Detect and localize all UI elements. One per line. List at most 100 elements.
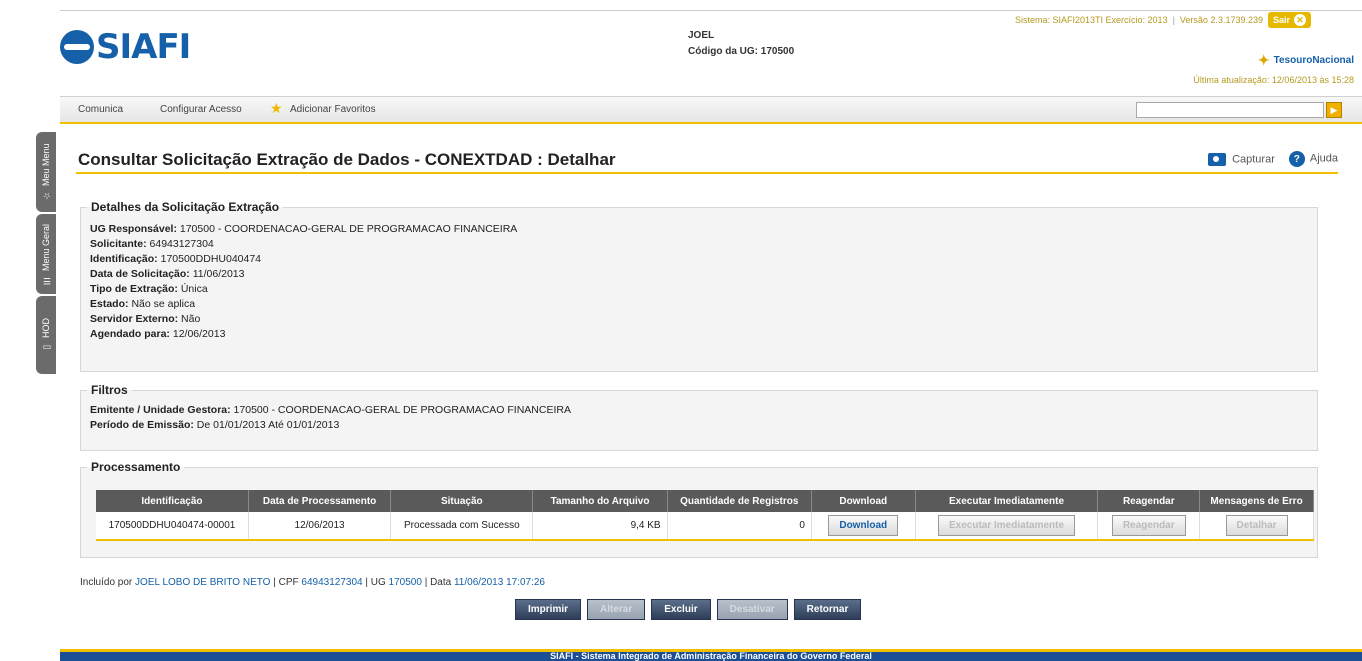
detail-label: Agendado para: bbox=[90, 328, 170, 340]
side-menu: ☆ Meu Menu ☰ Menu Geral ▭ HOD bbox=[0, 0, 60, 661]
cell-situacao: Processada com Sucesso bbox=[390, 512, 534, 541]
processing-legend: Processamento bbox=[91, 460, 181, 474]
detail-label: Solicitante: bbox=[90, 238, 147, 250]
last-update: Última atualização: 12/06/2013 às 15:28 bbox=[1193, 75, 1354, 85]
detail-value: 170500DDHU040474 bbox=[160, 253, 262, 265]
detail-value: 64943127304 bbox=[149, 238, 214, 250]
detail-value: 12/06/2013 bbox=[172, 328, 226, 340]
cell-reagendar: Reagendar bbox=[1097, 512, 1201, 541]
deactivate-button[interactable]: Desativar bbox=[716, 599, 788, 620]
page-actions: Capturar ? Ajuda bbox=[1208, 151, 1338, 167]
col-mensagens-erro: Mensagens de Erro bbox=[1199, 490, 1314, 512]
detail-row: Estado: Não se aplica bbox=[90, 297, 1317, 312]
separator: | bbox=[1172, 15, 1175, 25]
ug-label-footer: | UG bbox=[365, 577, 386, 588]
menu-comunica[interactable]: Comunica bbox=[78, 104, 123, 115]
cell-data: 12/06/2013 bbox=[248, 512, 392, 541]
delete-button[interactable]: Excluir bbox=[651, 599, 711, 620]
details-list: UG Responsável: 170500 - COORDENACAO-GER… bbox=[81, 214, 1317, 342]
cell-executar: Executar Imediatamente bbox=[915, 512, 1099, 541]
table-row: 170500DDHU040474-00001 12/06/2013 Proces… bbox=[96, 512, 1314, 541]
processing-table: Identificação Data de Processamento Situ… bbox=[96, 490, 1314, 541]
download-button[interactable]: Download bbox=[828, 515, 899, 536]
tab-menu-geral-label: Menu Geral bbox=[41, 223, 51, 271]
details-panel: Detalhes da Solicitação Extração UG Resp… bbox=[80, 200, 1318, 372]
tab-menu-geral[interactable]: ☰ Menu Geral bbox=[36, 214, 56, 294]
detail-row: Agendado para: 12/06/2013 bbox=[90, 327, 1317, 342]
detail-label: Data de Solicitação: bbox=[90, 268, 190, 280]
error-details-button[interactable]: Detalhar bbox=[1225, 515, 1288, 536]
detail-label: Identificação: bbox=[90, 253, 158, 265]
ug-info: Código da UG: 170500 bbox=[688, 46, 794, 57]
reschedule-button[interactable]: Reagendar bbox=[1111, 515, 1186, 536]
exit-label: Sair bbox=[1273, 15, 1291, 25]
help-link[interactable]: ? Ajuda bbox=[1288, 151, 1338, 167]
details-legend: Detalhes da Solicitação Extração bbox=[91, 200, 280, 214]
user-info: JOEL Código da UG: 170500 bbox=[688, 30, 794, 57]
ug-label: Código da UG: bbox=[688, 46, 758, 57]
exit-button[interactable]: Sair ✕ bbox=[1268, 12, 1312, 28]
menu-configurar-acesso[interactable]: Configurar Acesso bbox=[160, 104, 242, 115]
col-executar: Executar Imediatamente bbox=[915, 490, 1099, 512]
detail-row: Tipo de Extração: Única bbox=[90, 282, 1317, 297]
menu-adicionar-favoritos[interactable]: Adicionar Favoritos bbox=[290, 104, 376, 115]
user-name: JOEL bbox=[688, 30, 715, 41]
tesouro-star-icon: ✦ bbox=[1257, 52, 1270, 68]
user-link[interactable]: JOEL LOBO DE BRITO NETO bbox=[135, 577, 270, 588]
cell-mensagens: Detalhar bbox=[1199, 512, 1314, 541]
favorite-star-icon: ★ bbox=[270, 100, 283, 116]
filter-emitente: Emitente / Unidade Gestora: 170500 - COO… bbox=[90, 403, 1317, 418]
system-bar: Sistema: SIAFI2013TI Exercício: 2013 | V… bbox=[1015, 12, 1312, 28]
record-info: Incluído por JOEL LOBO DE BRITO NETO | C… bbox=[80, 577, 545, 588]
cpf-link[interactable]: 64943127304 bbox=[301, 577, 362, 588]
col-download: Download bbox=[811, 490, 916, 512]
filter-value: 170500 - COORDENACAO-GERAL DE PROGRAMACA… bbox=[233, 404, 571, 416]
detail-label: Tipo de Extração: bbox=[90, 283, 178, 295]
included-by-label: Incluído por bbox=[80, 577, 133, 588]
filters-legend: Filtros bbox=[91, 383, 128, 397]
search-go-button[interactable]: ▶ bbox=[1326, 102, 1342, 118]
col-identificacao: Identificação bbox=[96, 490, 249, 512]
cell-identificacao: 170500DDHU040474-00001 bbox=[96, 512, 249, 541]
help-icon: ? bbox=[1288, 151, 1305, 167]
print-button[interactable]: Imprimir bbox=[515, 599, 582, 620]
cell-download: Download bbox=[811, 512, 916, 541]
ate-label: Até bbox=[268, 419, 284, 431]
ug-link[interactable]: 170500 bbox=[389, 577, 422, 588]
col-quantidade: Quantidade de Registros bbox=[667, 490, 812, 512]
ug-value: 170500 bbox=[760, 46, 795, 57]
date-link[interactable]: 11/06/2013 17:07:26 bbox=[454, 577, 545, 588]
back-button[interactable]: Retornar bbox=[793, 599, 862, 620]
de-label: De bbox=[196, 419, 211, 431]
detail-value: Não bbox=[181, 313, 201, 325]
title-rule bbox=[76, 172, 1338, 174]
tab-meu-menu-label: Meu Menu bbox=[41, 143, 51, 187]
main-content: SIAFI JOEL Código da UG: 170500 Sistema:… bbox=[60, 0, 1362, 661]
edit-button[interactable]: Alterar bbox=[587, 599, 646, 620]
divider bbox=[60, 10, 1362, 11]
detail-label: Servidor Externo: bbox=[90, 313, 179, 325]
capture-label: Capturar bbox=[1232, 152, 1275, 165]
execute-now-button[interactable]: Executar Imediatamente bbox=[937, 515, 1076, 536]
tab-meu-menu[interactable]: ☆ Meu Menu bbox=[36, 132, 56, 212]
detail-value: Única bbox=[180, 283, 208, 295]
camera-icon bbox=[1208, 152, 1227, 166]
col-situacao: Situação bbox=[390, 490, 534, 512]
col-tamanho: Tamanho do Arquivo bbox=[532, 490, 668, 512]
col-data-processamento: Data de Processamento bbox=[248, 490, 392, 512]
system-info: Sistema: SIAFI2013TI Exercício: 2013 bbox=[1015, 15, 1168, 25]
menu-tree-icon: ☰ bbox=[41, 274, 51, 285]
siafi-logo: SIAFI bbox=[60, 22, 191, 72]
detail-value: 170500 - COORDENACAO-GERAL DE PROGRAMACA… bbox=[179, 223, 518, 235]
siafi-logo-icon bbox=[60, 30, 94, 64]
capture-link[interactable]: Capturar bbox=[1208, 152, 1275, 166]
detail-row: Solicitante: 64943127304 bbox=[90, 237, 1317, 252]
tab-hod[interactable]: ▭ HOD bbox=[36, 296, 56, 374]
filters-panel: Filtros Emitente / Unidade Gestora: 1705… bbox=[80, 383, 1318, 451]
filter-label: Período de Emissão: bbox=[90, 419, 194, 431]
page-title: Consultar Solicitação Extração de Dados … bbox=[78, 150, 616, 169]
menu-search-input[interactable] bbox=[1136, 102, 1324, 118]
monitor-icon: ▭ bbox=[41, 342, 51, 352]
footer-bar: SIAFI - Sistema Integrado de Administraç… bbox=[60, 649, 1362, 661]
detail-label: Estado: bbox=[90, 298, 129, 310]
